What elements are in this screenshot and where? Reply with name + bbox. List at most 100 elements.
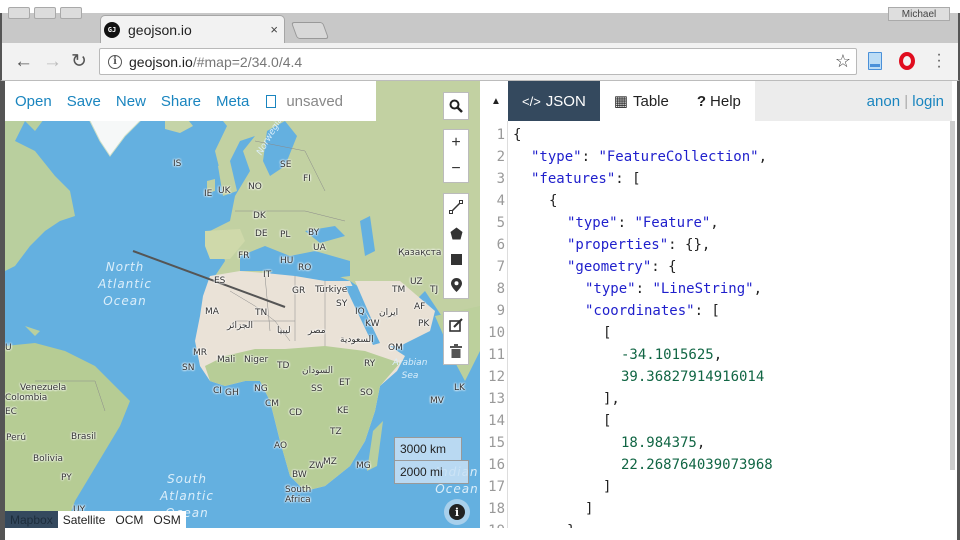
country-label: GH — [225, 388, 239, 398]
tab-table[interactable]: ▦ Table — [599, 81, 683, 121]
anon-link[interactable]: anon — [867, 93, 900, 110]
country-label: Türkiye — [315, 285, 348, 295]
opera-extension-icon[interactable] — [899, 52, 915, 70]
north-atlantic-label: North Atlantic Ocean — [98, 260, 152, 308]
country-label: ES — [214, 276, 226, 286]
file-status: unsaved — [266, 93, 343, 110]
line-number: 3 — [496, 171, 505, 187]
country-label: السعودية — [340, 335, 374, 345]
draw-rectangle-icon[interactable] — [444, 246, 468, 272]
json-punctuation: ] — [603, 479, 612, 495]
meta-button[interactable]: Meta — [216, 93, 249, 110]
country-label: MG — [356, 461, 371, 471]
new-button[interactable]: New — [116, 93, 146, 110]
json-editor[interactable]: 1 {2 "type": "FeatureCollection", 3 "feature… — [484, 121, 951, 528]
code-text: ] — [603, 476, 611, 498]
editor-scrollbar[interactable] — [950, 121, 955, 470]
country-label: BW — [292, 470, 307, 480]
draw-polygon-icon[interactable] — [444, 220, 468, 246]
country-label: TN — [255, 308, 268, 318]
json-key: "features" — [531, 171, 616, 187]
menu-icon[interactable]: · · · — [936, 47, 942, 75]
zoom-in-button[interactable]: + — [444, 130, 468, 156]
tab-json[interactable]: </> JSON — [508, 81, 600, 121]
country-label: HU — [280, 256, 294, 266]
country-label: MA — [205, 307, 219, 317]
country-label: MZ — [323, 457, 337, 467]
login-link[interactable]: login — [912, 93, 944, 110]
docs-extension-icon[interactable] — [868, 52, 882, 70]
layer-ocm[interactable]: OCM — [110, 511, 148, 528]
search-icon[interactable] — [444, 93, 468, 119]
layer-satellite[interactable]: Satellite — [58, 511, 111, 528]
forward-icon[interactable]: → — [43, 52, 62, 72]
country-label: TZ — [330, 427, 342, 437]
open-button[interactable]: Open — [15, 93, 52, 110]
zoom-control: + − — [443, 129, 469, 183]
share-button[interactable]: Share — [161, 93, 201, 110]
collapse-panel-icon[interactable]: ▲ — [484, 81, 508, 121]
json-key: "type" — [567, 215, 618, 231]
new-tab-button[interactable] — [290, 22, 330, 39]
info-circle-icon: i — [449, 504, 465, 520]
country-label: CM — [265, 399, 280, 409]
draw-marker-icon[interactable] — [444, 272, 468, 298]
reload-icon[interactable]: ↻ — [71, 52, 87, 72]
json-punctuation: : — [581, 149, 599, 165]
profile-button[interactable]: Michael — [888, 7, 950, 21]
tab-help[interactable]: ? Help — [682, 81, 755, 121]
window-minimize-button[interactable] — [34, 7, 56, 19]
back-icon[interactable]: ← — [14, 52, 33, 72]
line-number: 16 — [488, 457, 505, 473]
info-icon[interactable]: i — [108, 54, 122, 69]
json-string: "LineString" — [652, 281, 754, 297]
caribbean-landmass — [25, 326, 40, 336]
country-label: Colombia — [5, 393, 48, 403]
json-punctuation: [ — [603, 325, 612, 341]
country-label: UK — [218, 186, 231, 196]
layer-switcher: Mapbox Satellite OCM OSM — [5, 511, 186, 528]
edit-layers-icon[interactable] — [444, 312, 468, 338]
layer-mapbox[interactable]: Mapbox — [5, 511, 58, 528]
country-label: SY — [336, 299, 348, 309]
json-punctuation: : — [617, 215, 635, 231]
country-label: IT — [263, 270, 272, 280]
line-number: 17 — [488, 479, 505, 495]
scale-km: 3000 km — [394, 437, 462, 461]
line-number: 9 — [496, 303, 505, 319]
country-label: AO — [274, 441, 288, 451]
file-menu-bar: Open Save New Share Meta unsaved — [5, 81, 376, 121]
layer-osm[interactable]: OSM — [148, 511, 185, 528]
address-bar[interactable]: i geojson.io/#map=2/34.0/4.4 ☆ — [99, 48, 857, 75]
tab-json-label: JSON — [545, 92, 586, 110]
tab-table-label: Table — [633, 92, 669, 110]
delete-layers-icon[interactable] — [444, 338, 468, 364]
search-control[interactable] — [443, 92, 469, 120]
window-close-button[interactable] — [8, 7, 30, 19]
star-icon[interactable]: ☆ — [835, 51, 851, 72]
file-status-text: unsaved — [286, 92, 344, 110]
line-number: 10 — [488, 325, 505, 341]
save-button[interactable]: Save — [67, 93, 101, 110]
arabian-sea-label: Arabian Sea — [392, 358, 428, 381]
country-label: UZ — [410, 277, 423, 287]
json-punctuation: : [ — [694, 303, 720, 319]
auth-separator: | — [904, 93, 909, 110]
code-text: } — [567, 520, 575, 528]
draw-line-icon[interactable] — [444, 194, 468, 220]
country-label: CD — [289, 408, 303, 418]
country-label: NO — [248, 182, 262, 192]
country-label: KE — [337, 406, 349, 416]
country-label: EC — [5, 407, 17, 417]
country-label: MR — [193, 348, 208, 358]
tab-close-icon[interactable]: × — [270, 22, 278, 37]
country-label: السودان — [302, 366, 334, 376]
browser-tab[interactable]: GJ geojson.io × — [100, 15, 285, 43]
country-label: ET — [339, 378, 351, 388]
code-text: "type": "LineString", — [585, 278, 762, 300]
country-label: IE — [204, 189, 213, 199]
window-maximize-button[interactable] — [60, 7, 82, 19]
map-info-button[interactable]: i — [444, 499, 470, 525]
zoom-out-button[interactable]: − — [444, 156, 468, 182]
json-key: "geometry" — [567, 259, 652, 275]
